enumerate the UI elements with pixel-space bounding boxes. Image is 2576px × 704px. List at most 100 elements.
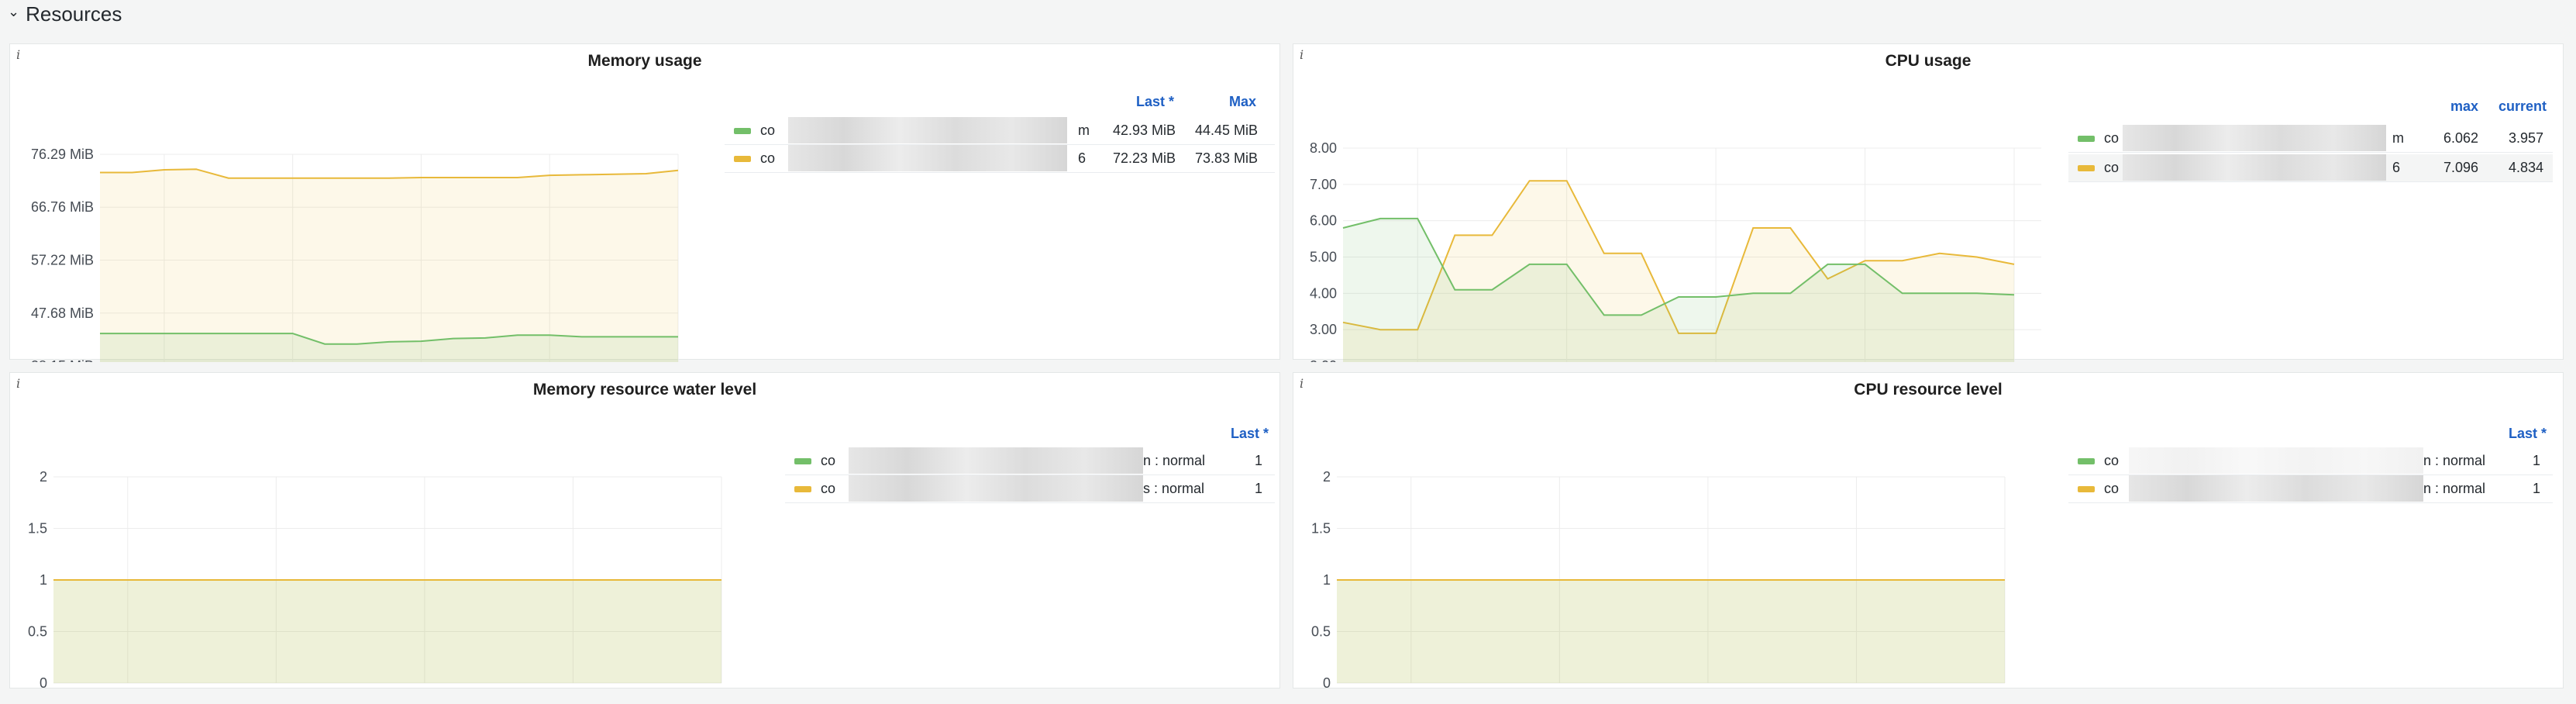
legend-row[interactable]: co 6 7.096 4.834 bbox=[2068, 154, 2553, 182]
y-tick-label: 57.22 MiB bbox=[31, 253, 94, 268]
row-title: Resources bbox=[26, 2, 122, 26]
y-tick-label: 1 bbox=[40, 572, 47, 588]
legend-name: co bbox=[821, 453, 836, 468]
legend-value-max: 73.83 MiB bbox=[1194, 150, 1258, 166]
redacted-block bbox=[2129, 475, 2423, 502]
redacted-block bbox=[849, 475, 1143, 502]
y-tick-label: 5.00 bbox=[1310, 250, 1337, 265]
redacted-block bbox=[849, 447, 1143, 474]
legend-name-end: n : normal bbox=[1143, 453, 1206, 468]
y-tick-label: 2 bbox=[1323, 469, 1331, 485]
redacted-block bbox=[788, 117, 1067, 143]
legend-name: co bbox=[2104, 130, 2120, 146]
legend-name-end: 6 bbox=[1078, 150, 1087, 166]
panel-cpu-usage[interactable]: i CPU usage 2.003.004.005.006.007.008.00… bbox=[1293, 43, 2564, 362]
y-tick-label: 47.68 MiB bbox=[31, 305, 94, 321]
legend-header-last[interactable]: Last * bbox=[1231, 426, 1269, 442]
memory-level-chart: 00.511.5220:47:0020:48:0020:49:0020:50:0… bbox=[28, 469, 722, 691]
legend-value-last: 1 bbox=[1254, 481, 1262, 496]
legend-name-end: n : normal bbox=[2423, 453, 2486, 468]
panel-title[interactable]: CPU usage bbox=[1293, 52, 2563, 71]
legend-value-last: 42.93 MiB bbox=[1112, 123, 1176, 138]
legend-name: co bbox=[821, 481, 836, 496]
legend-name-end: m bbox=[1078, 123, 1090, 138]
panel-cpu-resource-level[interactable]: i CPU resource level 00.511.5220:47:0020… bbox=[1293, 372, 2564, 691]
y-tick-label: 0 bbox=[40, 675, 47, 691]
y-tick-label: 76.29 MiB bbox=[31, 147, 94, 162]
legend-swatch bbox=[734, 155, 751, 162]
legend-swatch bbox=[2078, 457, 2095, 464]
y-tick-label: 66.76 MiB bbox=[31, 199, 94, 215]
legend-name-end: 6 bbox=[2392, 160, 2401, 175]
y-tick-label: 1 bbox=[1323, 572, 1331, 588]
cpu-usage-chart: 2.003.004.005.006.007.008.0020:4720:4820… bbox=[1310, 140, 2041, 362]
legend: Last * Max co m 42.93 MiB 44.45 MiB co 6… bbox=[725, 94, 1275, 179]
redacted-block bbox=[2123, 125, 2386, 151]
memory-usage-chart: 38.15 MiB 47.68 MiB 57.22 MiB 66.76 MiB 76.2… bbox=[31, 147, 679, 362]
y-tick-label: 8.00 bbox=[1310, 140, 1337, 156]
legend-row[interactable]: co s : normal 1 bbox=[785, 475, 1275, 503]
y-tick-label: 3.00 bbox=[1310, 322, 1337, 337]
legend-header-last[interactable]: Last * bbox=[2509, 426, 2547, 442]
redacted-block bbox=[2129, 447, 2423, 474]
panel-memory-usage[interactable]: i Memory usage 38.15 MiB47.68 MiB57.22 M… bbox=[9, 43, 1280, 362]
legend-value-last: 72.23 MiB bbox=[1112, 150, 1176, 166]
legend-name: co bbox=[2104, 481, 2120, 496]
series-area-yellow bbox=[1337, 580, 2005, 683]
legend-name: co bbox=[760, 150, 776, 166]
legend-row[interactable]: co m 6.062 3.957 bbox=[2068, 125, 2553, 153]
row-header-resources[interactable]: ⌄ Resources bbox=[8, 0, 122, 28]
y-tick-label: 0.5 bbox=[1311, 624, 1331, 640]
legend-swatch bbox=[2078, 485, 2095, 492]
legend-header-max[interactable]: Max bbox=[1229, 94, 1256, 110]
y-tick-label: 7.00 bbox=[1310, 177, 1337, 192]
y-tick-label: 0.5 bbox=[28, 624, 47, 640]
legend-row[interactable]: co n : normal 1 bbox=[2068, 447, 2553, 475]
panel-memory-resource-water-level[interactable]: i Memory resource water level 00.511.522… bbox=[9, 372, 1280, 691]
panel-title[interactable]: Memory usage bbox=[10, 52, 1279, 71]
y-tick-label: 2 bbox=[40, 469, 47, 485]
y-tick-label: 2.00 bbox=[1310, 358, 1337, 362]
legend-value-max: 7.096 bbox=[2443, 160, 2478, 175]
legend-row[interactable]: co 6 72.23 MiB 73.83 MiB bbox=[725, 145, 1275, 173]
legend-value-last: 1 bbox=[1254, 453, 1262, 468]
legend-swatch bbox=[2078, 164, 2095, 171]
y-tick-label: 6.00 bbox=[1310, 213, 1337, 229]
legend-row[interactable]: co m 42.93 MiB 44.45 MiB bbox=[725, 117, 1275, 145]
legend-value-current: 3.957 bbox=[2508, 130, 2543, 146]
legend-value-last: 1 bbox=[2532, 453, 2540, 468]
chevron-down-icon[interactable]: ⌄ bbox=[8, 4, 19, 20]
legend-swatch bbox=[794, 485, 811, 492]
legend-value-last: 1 bbox=[2532, 481, 2540, 496]
legend-name: co bbox=[2104, 453, 2120, 468]
legend-swatch bbox=[734, 127, 751, 134]
legend-header-last[interactable]: Last * bbox=[1136, 94, 1174, 110]
legend-name: co bbox=[2104, 160, 2120, 175]
legend-row[interactable]: co n : normal 1 bbox=[2068, 475, 2553, 503]
redacted-block bbox=[2123, 154, 2386, 181]
legend-value-max: 44.45 MiB bbox=[1194, 123, 1258, 138]
y-tick-label: 4.00 bbox=[1310, 285, 1337, 301]
redacted-block bbox=[788, 145, 1067, 171]
legend-swatch bbox=[794, 457, 811, 464]
legend-swatch bbox=[2078, 135, 2095, 142]
cpu-level-chart: 00.511.5220:47:0020:48:0020:49:0020:50:0… bbox=[1311, 469, 2006, 691]
legend-name-end: n : normal bbox=[2423, 481, 2486, 496]
y-tick-label: 1.5 bbox=[1311, 521, 1331, 537]
legend: max current co m 6.062 3.957 co 6 7.096 … bbox=[2068, 98, 2553, 192]
y-tick-label: 0 bbox=[1323, 675, 1331, 691]
legend-header-max[interactable]: max bbox=[2450, 98, 2478, 115]
y-tick-label: 38.15 MiB bbox=[31, 358, 94, 362]
legend-header-current[interactable]: current bbox=[2499, 98, 2547, 115]
legend: Last * co n : normal 1 co n : normal 1 bbox=[2068, 426, 2553, 511]
legend-name: co bbox=[760, 123, 776, 138]
y-tick-label: 1.5 bbox=[28, 521, 47, 537]
panel-title[interactable]: Memory resource water level bbox=[10, 381, 1279, 399]
legend: Last * co n : normal 1 co s : normal 1 bbox=[785, 426, 1275, 511]
legend-name-end: s : normal bbox=[1143, 481, 1205, 496]
legend-value-max: 6.062 bbox=[2443, 130, 2478, 146]
legend-name-end: m bbox=[2392, 130, 2404, 146]
legend-value-current: 4.834 bbox=[2508, 160, 2543, 175]
panel-title[interactable]: CPU resource level bbox=[1293, 381, 2563, 399]
legend-row[interactable]: co n : normal 1 bbox=[785, 447, 1275, 475]
